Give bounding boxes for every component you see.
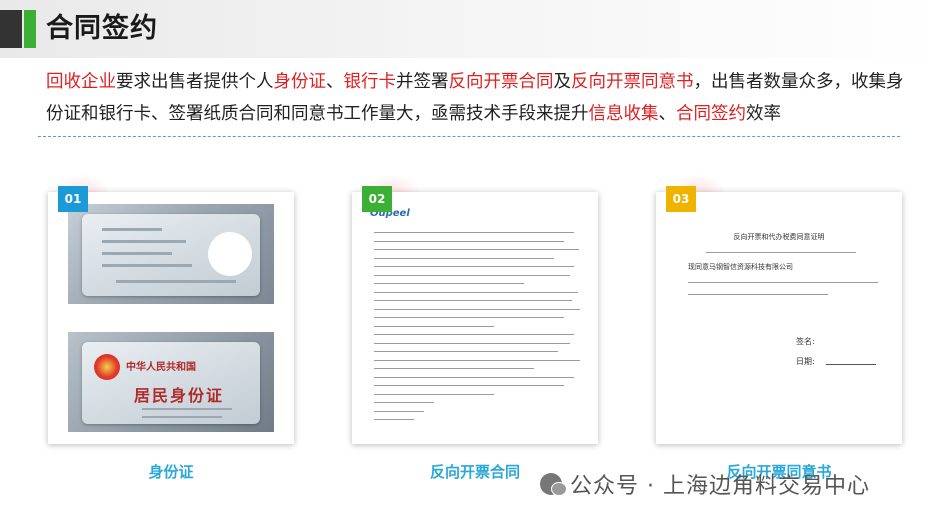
doc-line [374,385,564,386]
intro-highlight: 反向开票同意书 [571,72,694,92]
caption-id: 身份证 [148,463,194,481]
id-line [102,264,192,267]
id-back-line1: 中华人民共和国 [126,362,196,373]
doc-line [374,317,564,318]
card-id: 中华人民共和国 居民身份证 [48,192,294,444]
intro-highlight: 银行卡 [343,72,397,92]
doc-line [706,252,856,253]
doc-line [374,274,570,276]
consent-document: 反向开票和代办税费同意证明 现同意马钢智信资源科技有限公司 签名: 日期: [666,202,892,434]
badge-01: 01 [58,186,88,212]
signature-scribble [826,364,876,365]
doc-line [374,359,580,361]
doc-line [374,232,574,233]
intro-text: 、 [658,104,677,124]
page-title: 合同签约 [46,13,158,44]
intro-highlight: 反向开票合同 [448,72,554,92]
doc-line [374,308,580,310]
contract-document: Oupeel [362,202,588,434]
divider [38,136,900,137]
id-card-back-photo: 中华人民共和国 居民身份证 [68,332,274,432]
doc-line [374,410,424,412]
doc-line [374,376,574,378]
intro-text: 并签署 [396,72,449,92]
intro-text: 、 [326,72,344,92]
doc-line [374,240,564,242]
doc-line [374,266,574,267]
consent-company: 现同意马钢智信资源科技有限公司 [688,263,793,271]
doc-line [688,294,828,295]
doc-line [374,368,534,369]
intro-highlight: 回收企业 [46,72,116,92]
wechat-icon [540,473,567,496]
doc-line [374,402,434,403]
id-back-line2: 居民身份证 [134,386,225,405]
doc-line [374,283,524,284]
doc-line [688,282,878,283]
doc-line [374,300,572,301]
title-bar: 合同签约 [0,0,950,58]
national-emblem-icon [94,354,120,380]
id-card-front-photo [68,204,274,304]
watermark: 公众号 · 上海边角料交易中心 [540,468,870,500]
badge-02: 02 [362,186,392,212]
doc-line [374,393,494,395]
consent-date-label: 日期: [796,357,815,366]
id-line [142,408,232,410]
intro-paragraph: 回收企业要求出售者提供个人身份证、银行卡并签署反向开票合同及反向开票同意书，出售… [46,66,916,130]
doc-line [374,419,414,420]
id-line [102,228,162,231]
id-line [102,252,172,255]
title-accent-dark [0,10,22,48]
doc-line [374,291,578,293]
id-line [102,240,186,243]
id-card-back: 中华人民共和国 居民身份证 [82,342,260,424]
consent-heading: 反向开票和代办税费同意证明 [733,233,825,241]
doc-line [374,351,558,352]
doc-line [374,249,579,250]
intro-highlight: 合同签约 [676,104,746,124]
id-line [116,280,236,283]
doc-line [374,257,554,259]
id-card-front [82,214,260,296]
intro-text: 及 [553,72,572,92]
doc-line [374,342,570,344]
intro-highlight: 信息收集 [588,104,659,124]
card-contract: Oupeel [352,192,598,444]
watermark-text: 公众号 · 上海边角料交易中心 [570,474,870,499]
card-consent: 反向开票和代办税费同意证明 现同意马钢智信资源科技有限公司 签名: 日期: [656,192,902,444]
doc-line [374,325,494,327]
intro-highlight: 身份证 [273,72,327,92]
redaction-blob [208,232,252,276]
intro-text: 要求出售者提供个人 [116,72,274,92]
doc-line [374,334,574,335]
id-line [142,416,222,418]
badge-03: 03 [666,186,696,212]
consent-sign-label: 签名: [796,337,815,346]
title-accent-green [24,10,36,48]
intro-text: 效率 [746,104,781,124]
